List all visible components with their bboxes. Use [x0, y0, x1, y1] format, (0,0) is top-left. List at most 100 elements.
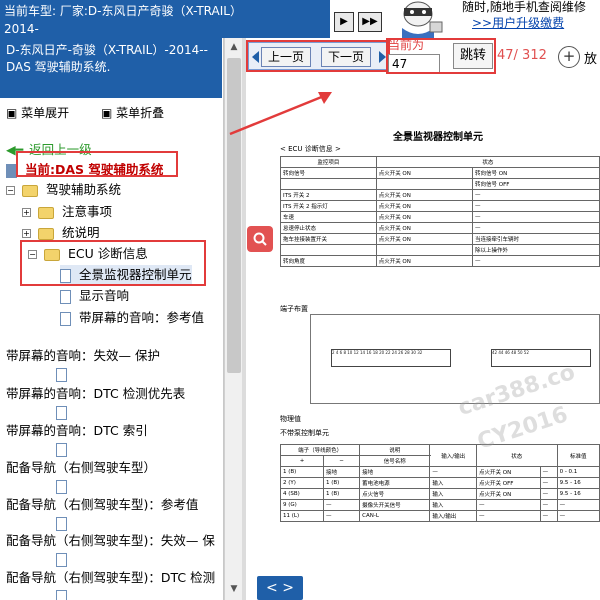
document-icon [56, 367, 67, 382]
scroll-up-icon[interactable]: ▲ [227, 40, 241, 54]
table-cell: 9 (G) [279, 499, 325, 511]
magnifier-icon [253, 232, 267, 246]
table-cell: — [556, 499, 600, 511]
table-cell: — [539, 510, 558, 522]
tree-item-label: 带屏幕的音响：失效— 保护 [6, 348, 160, 363]
tree-item-13[interactable]: 配备导航（右侧驾驶车型)：DTC 检测 [6, 568, 215, 588]
tree-item-0[interactable]: − 驾驶辅助系统 [6, 180, 121, 200]
connector-right: 42 44 46 48 50 52 [491, 349, 591, 367]
table-cell [375, 244, 474, 256]
tree-item-9[interactable]: 带屏幕的音响：DTC 索引 [6, 421, 148, 441]
table-cell [375, 178, 474, 190]
top-bar: 当前车型: 厂家:D-东风日产奇骏（X-TRAIL） 2014- ▶ ▶▶ 随时… [0, 0, 600, 38]
document-icon [56, 589, 67, 600]
mascot-icon [402, 1, 443, 38]
table-row: 4 (SB) 1 (B) 点火信号 输入 点火开关 ON — 9.5 - 16 [279, 488, 600, 500]
table-cell: 拖车挂接装置开关 [280, 233, 377, 245]
table-cell: 2 (Y) [279, 477, 325, 489]
table-cell: 点火开关 ON [375, 200, 474, 212]
tree-item-10-icon-row [56, 476, 71, 496]
table-header: 端子（导线颜色） [279, 444, 361, 456]
annotation-box-pager [246, 40, 390, 72]
tree-item-10[interactable]: 配备导航（右侧驾驶车型） [6, 458, 156, 478]
document-icon [60, 311, 71, 326]
expand-icon[interactable]: + [22, 208, 31, 217]
forward-button[interactable]: ▶ [334, 12, 354, 32]
table-cell: 转向角度 [280, 255, 377, 267]
tree-item-7[interactable]: 带屏幕的音响：失效— 保护 [6, 346, 160, 366]
tree-item-12[interactable]: 配备导航（右侧驾驶车型)：失效— 保 [6, 531, 215, 551]
collapse-all-label: 菜单折叠 [116, 106, 165, 120]
zoom-in-icon[interactable]: + [558, 46, 580, 68]
table-row: 9 (G) — 摄像头开关信号 输入 — — — [279, 499, 600, 511]
ecu-table: 监控项目 状态 转向信号 点火开关 ON 转向信号 ON 转向信号 OFF IT… [280, 156, 600, 267]
table-cell: — [556, 510, 600, 522]
collapse-all-button[interactable]: ▣ 菜单折叠 [101, 106, 178, 120]
table-cell: 输入 [429, 499, 477, 511]
table-row: 拖车挂接装置开关 点火开关 ON 当连接牵引车辆时 [280, 233, 600, 245]
vehicle-title-line1: 当前车型: 厂家:D-东风日产奇骏（X-TRAIL） [4, 4, 242, 18]
table-cell: 11 (L) [279, 510, 325, 522]
tree-item-8[interactable]: 带屏幕的音响：DTC 检测优先表 [6, 384, 185, 404]
document-icon [56, 442, 67, 457]
fast-forward-button[interactable]: ▶▶ [358, 12, 382, 32]
scroll-down-icon[interactable]: ▼ [227, 582, 241, 596]
table-cell: 9.5 - 16 [556, 477, 600, 489]
table-cell: 1 (B) [323, 488, 361, 500]
expand-all-button[interactable]: ▣ 菜单展开 [6, 106, 83, 120]
table-row: 转向信号 OFF [280, 178, 600, 190]
menu-toggle-row: ▣ 菜单展开 ▣ 菜单折叠 [6, 104, 192, 121]
table-cell: — [539, 499, 558, 511]
table-cell: — [476, 510, 541, 522]
physical-table: 端子（导线颜色） 说明 输入/输出 状态 标准值 + − 信号名称 1 (B) … [279, 444, 600, 522]
doc-header: D-东风日产-奇骏（X-TRAIL）-2014-- DAS 驾驶辅助系统. [0, 38, 222, 98]
table-cell: 转向信号 ON [472, 167, 600, 179]
table-header: 状态 [375, 156, 600, 168]
folder-icon [37, 227, 54, 240]
tree-item-11[interactable]: 配备导航（右侧驾驶车型)：参考值 [6, 495, 198, 515]
table-row: 怠速停止状态 点火开关 ON — [280, 222, 600, 234]
document-icon [60, 289, 71, 304]
folder-icon [37, 206, 54, 219]
tree-item-6[interactable]: 带屏幕的音响：参考值 [60, 308, 204, 328]
table-cell: 转向信号 [280, 167, 377, 179]
table-cell: — [472, 222, 600, 234]
table-cell: 蓄电池电源 [359, 477, 431, 489]
search-icon[interactable] [247, 226, 273, 252]
tree-item-label: 带屏幕的音响：DTC 检测优先表 [6, 386, 186, 401]
table-cell: ITS 开关 2 [280, 189, 377, 201]
tree-item-13-icon-row [56, 586, 71, 600]
table-cell: — [476, 499, 541, 511]
tree-item-5[interactable]: 显示音响 [60, 286, 129, 306]
document-icon [56, 516, 67, 531]
table-cell: 点火开关 OFF [476, 477, 541, 489]
table-row: 转向角度 点火开关 ON — [280, 255, 600, 267]
table-cell: 点火开关 ON [375, 167, 474, 179]
connector-left: 2 4 6 8 10 12 14 16 18 20 22 24 26 28 30… [331, 349, 451, 367]
table-cell: 输入 [429, 488, 477, 500]
collapse-icon[interactable]: − [6, 186, 15, 195]
vehicle-title: 当前车型: 厂家:D-东风日产奇骏（X-TRAIL） 2014- [0, 0, 330, 38]
table-cell: — [323, 499, 361, 511]
zoom-label[interactable]: 放 [584, 48, 597, 67]
table-cell: 输入/输出 [429, 510, 477, 522]
table-cell: — [429, 466, 477, 478]
vehicle-title-line2: 2014- [4, 22, 39, 36]
table-cell: ITS 开关 2 指示灯 [280, 200, 377, 212]
tree-item-1[interactable]: + 注意事项 [22, 202, 112, 222]
table-cell: 点火开关 ON [375, 255, 474, 267]
table-cell: 9.5 - 16 [556, 488, 600, 500]
table-row: 端子（导线颜色） 说明 输入/输出 状态 标准值 [279, 444, 600, 467]
table-cell: 点火开关 ON [375, 233, 474, 245]
upgrade-link[interactable]: >>用户升级缴费 [462, 16, 600, 30]
expand-icon[interactable]: + [22, 229, 31, 238]
document-icon [56, 405, 67, 420]
table-cell: 接地 [323, 466, 361, 478]
page-nav-toggle[interactable]: < > [257, 576, 303, 600]
table-cell: 1 (B) [279, 466, 325, 478]
table-cell [280, 178, 377, 190]
table-cell: 当连接牵引车辆时 [472, 233, 600, 245]
terminal-section-label: 端子布置 [280, 305, 308, 313]
table-row: 1 (B) 接地 接地 — 点火开关 ON — 0 - 0.1 [279, 466, 600, 478]
left-panel: D-东风日产-奇骏（X-TRAIL）-2014-- DAS 驾驶辅助系统. ▣ … [0, 38, 224, 600]
